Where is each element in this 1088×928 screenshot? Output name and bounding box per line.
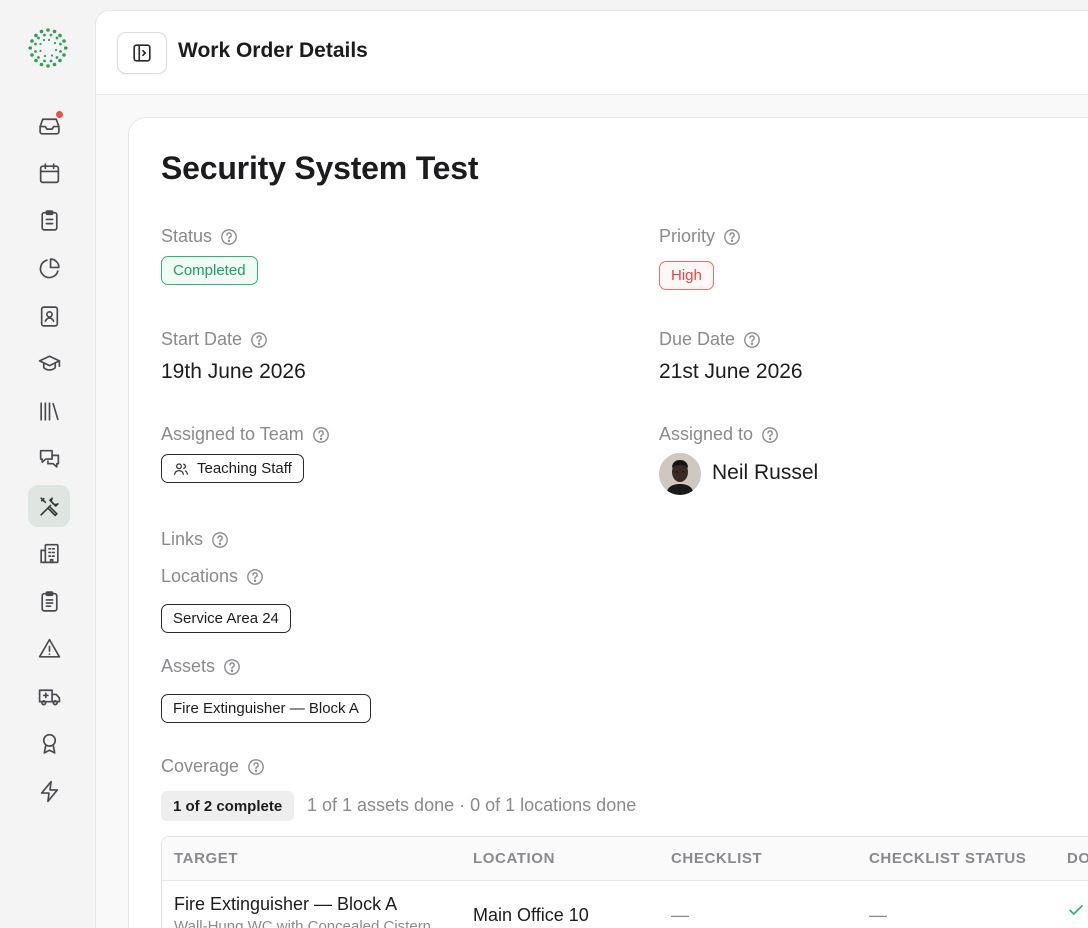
start-date-value: 19th June 2026 <box>161 360 306 383</box>
sidebar-item-training[interactable] <box>28 342 70 384</box>
column-header-checklist[interactable]: CHECKLIST <box>671 850 762 867</box>
column-header-location[interactable]: LOCATION <box>473 850 555 867</box>
warning-icon <box>38 638 60 658</box>
asset-chip[interactable]: Fire Extinguisher — Block A <box>161 694 371 723</box>
sidebar-item-messages[interactable] <box>28 437 70 479</box>
sidebar-item-checklists[interactable] <box>28 580 70 622</box>
logo-icon <box>28 28 68 68</box>
clipboard-icon <box>40 209 58 231</box>
work-order-title: Security System Test <box>161 150 479 186</box>
start-date-field-label: Start Date <box>161 329 268 350</box>
sidebar-item-automations[interactable] <box>28 770 70 812</box>
help-icon[interactable] <box>246 568 264 586</box>
location-chip[interactable]: Service Area 24 <box>161 604 291 633</box>
assignee-name[interactable]: Neil Russel <box>712 461 818 485</box>
page-title: Work Order Details <box>178 39 368 62</box>
row-checklist: — <box>671 905 689 925</box>
help-icon[interactable] <box>743 331 761 349</box>
library-icon <box>39 401 59 421</box>
help-icon[interactable] <box>220 228 238 246</box>
due-date-value: 21st June 2026 <box>659 360 803 383</box>
main-content: Work Order Details Security System Test … <box>95 10 1088 928</box>
work-order-card: Security System Test Status Completed Pr… <box>128 117 1088 928</box>
priority-label: Priority <box>659 226 716 246</box>
status-label: Status <box>161 226 213 246</box>
assets-label: Assets <box>161 656 216 676</box>
top-bar: Work Order Details <box>96 11 1088 95</box>
help-icon[interactable] <box>223 658 241 676</box>
graduation-cap-icon <box>38 354 60 371</box>
start-date-label: Start Date <box>161 329 243 349</box>
contact-book-icon <box>40 305 58 327</box>
help-icon[interactable] <box>211 531 229 549</box>
coverage-summary: 1 of 1 assets done · 0 of 1 locations do… <box>307 795 637 815</box>
sidebar-item-emergency[interactable] <box>28 675 70 717</box>
locations-field-label: Locations <box>161 566 264 587</box>
links-label: Links <box>161 529 204 549</box>
ambulance-icon <box>38 688 60 705</box>
building-icon <box>39 543 59 563</box>
assets-field-label: Assets <box>161 656 241 677</box>
due-date-label: Due Date <box>659 329 736 349</box>
help-icon[interactable] <box>250 331 268 349</box>
table-header: TARGET LOCATION CHECKLIST CHECKLIST STAT… <box>162 837 1088 881</box>
sidebar-item-work-requests[interactable] <box>28 199 70 241</box>
sidebar-item-library[interactable] <box>28 390 70 432</box>
assigned-team-value: Teaching Staff <box>197 460 292 477</box>
assigned-team-field-label: Assigned to Team <box>161 424 330 445</box>
sidebar-item-buildings[interactable] <box>28 532 70 574</box>
priority-field-label: Priority <box>659 226 741 247</box>
notification-dot <box>55 110 64 119</box>
assigned-to-label: Assigned to <box>659 424 754 444</box>
sidebar-toggle-button[interactable] <box>117 32 167 74</box>
chat-icon <box>39 449 59 468</box>
row-done <box>1067 901 1085 924</box>
status-field-label: Status <box>161 226 238 247</box>
row-target-subtitle: Wall-Hung WC with Concealed Cistern <box>174 918 432 928</box>
app-logo[interactable] <box>27 27 69 69</box>
help-icon[interactable] <box>723 228 741 246</box>
users-icon <box>174 462 188 475</box>
sidebar-item-calendar[interactable] <box>28 152 70 194</box>
sidebar-item-work-orders[interactable] <box>28 485 70 527</box>
column-header-done[interactable]: DO <box>1067 850 1088 867</box>
coverage-table: TARGET LOCATION CHECKLIST CHECKLIST STAT… <box>161 836 1088 928</box>
sidebar <box>0 0 95 928</box>
links-field-label: Links <box>161 529 229 550</box>
column-header-target[interactable]: TARGET <box>174 850 238 867</box>
due-date-field-label: Due Date <box>659 329 761 350</box>
help-icon[interactable] <box>312 426 330 444</box>
sidebar-item-inbox[interactable] <box>28 104 70 146</box>
sidebar-item-contacts[interactable] <box>28 295 70 337</box>
sidebar-item-analytics[interactable] <box>28 247 70 289</box>
lightning-icon <box>40 780 58 802</box>
calendar-icon <box>39 162 59 183</box>
row-target[interactable]: Fire Extinguisher — Block A <box>174 894 397 915</box>
status-badge[interactable]: Completed <box>161 256 258 285</box>
assigned-team-chip[interactable]: Teaching Staff <box>161 454 304 483</box>
assigned-team-label: Assigned to Team <box>161 424 304 444</box>
row-location: Main Office 10 <box>473 905 589 925</box>
locations-label: Locations <box>161 566 239 586</box>
award-icon <box>42 733 56 754</box>
row-checklist-status: — <box>869 905 887 925</box>
assignee-avatar[interactable] <box>659 453 701 495</box>
panel-toggle-icon <box>133 44 151 62</box>
assigned-to-field-label: Assigned to <box>659 424 779 445</box>
priority-badge[interactable]: High <box>659 261 714 290</box>
person-avatar-icon <box>659 453 701 495</box>
coverage-field-label: Coverage <box>161 756 265 777</box>
sidebar-item-certifications[interactable] <box>28 722 70 764</box>
help-icon[interactable] <box>247 758 265 776</box>
check-icon <box>1069 905 1083 915</box>
sidebar-item-incidents[interactable] <box>28 627 70 669</box>
coverage-label: Coverage <box>161 756 240 776</box>
pie-chart-icon <box>39 257 60 278</box>
tools-icon <box>39 496 59 516</box>
help-icon[interactable] <box>761 426 779 444</box>
column-header-checklist-status[interactable]: CHECKLIST STATUS <box>869 850 1026 867</box>
clipboard-list-icon <box>40 590 58 612</box>
coverage-progress-badge: 1 of 2 complete <box>161 791 295 821</box>
